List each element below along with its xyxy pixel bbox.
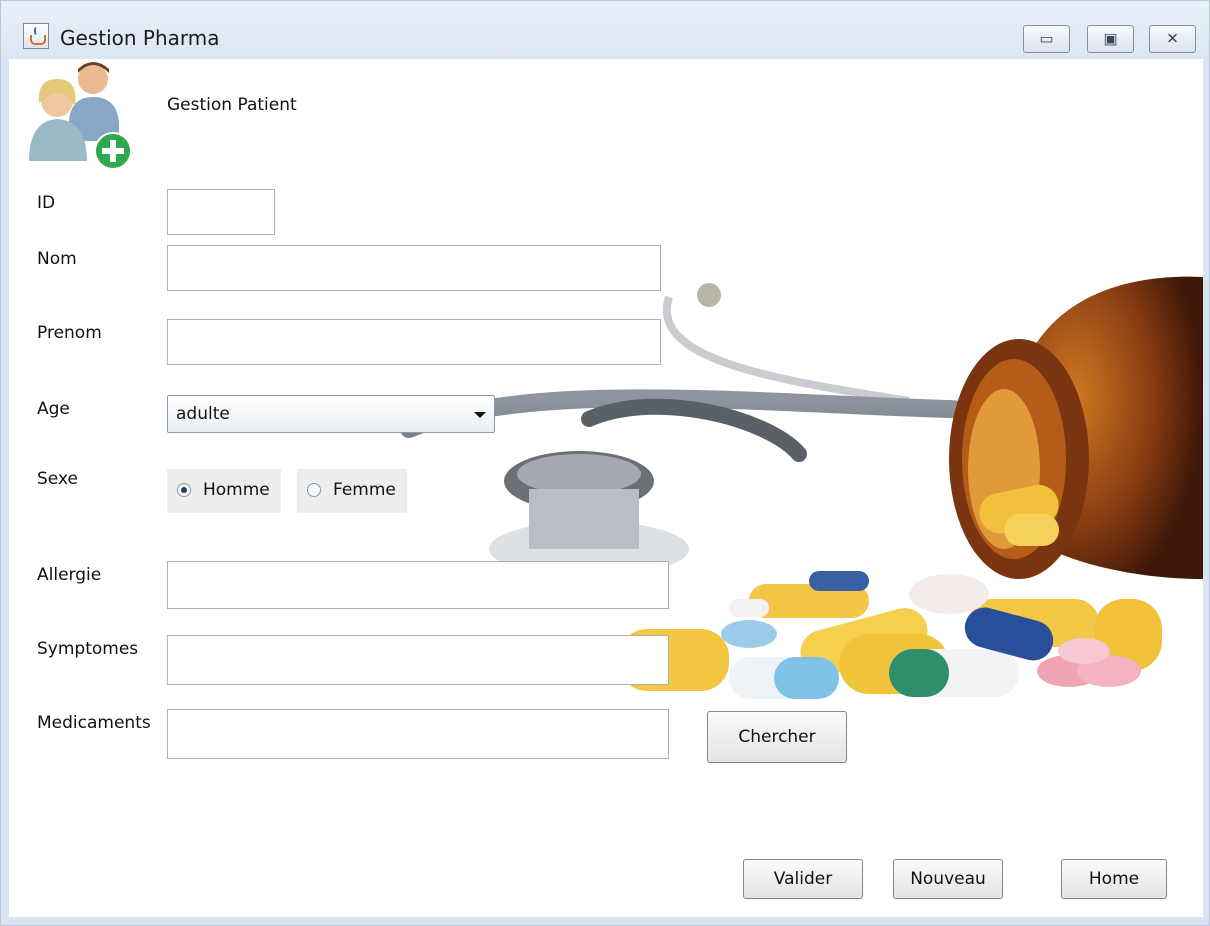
radio-femme-label: Femme	[333, 480, 396, 500]
age-selected-value: adulte	[176, 404, 230, 424]
allergie-field[interactable]	[167, 561, 669, 609]
valider-button[interactable]: Valider	[743, 859, 863, 899]
radio-homme-label: Homme	[203, 480, 270, 500]
prenom-label: Prenom	[37, 323, 102, 343]
medicaments-field[interactable]	[167, 709, 669, 759]
age-select[interactable]: adulte	[167, 395, 495, 433]
id-field[interactable]	[167, 189, 275, 235]
radio-selected-icon	[177, 483, 191, 497]
patients-add-icon	[29, 62, 132, 170]
close-icon: ✕	[1166, 29, 1179, 48]
app-window: Gestion Pharma ▭ ▣ ✕ Gestion Patient ID …	[0, 0, 1210, 926]
chevron-down-icon	[474, 412, 486, 418]
title-bar: Gestion Pharma ▭ ▣ ✕	[1, 1, 1209, 59]
close-button[interactable]: ✕	[1149, 25, 1196, 53]
age-label: Age	[37, 399, 70, 419]
maximize-icon: ▣	[1103, 29, 1118, 48]
medicaments-label: Medicaments	[37, 713, 151, 733]
chercher-button[interactable]: Chercher	[707, 711, 847, 763]
window-title: Gestion Pharma	[60, 26, 220, 50]
id-label: ID	[37, 193, 56, 213]
nouveau-button[interactable]: Nouveau	[893, 859, 1003, 899]
symptomes-label: Symptomes	[37, 639, 139, 659]
sexe-label: Sexe	[37, 469, 78, 489]
symptomes-field[interactable]	[167, 635, 669, 685]
minimize-icon: ▭	[1039, 29, 1054, 48]
home-button[interactable]: Home	[1061, 859, 1167, 899]
minimize-button[interactable]: ▭	[1023, 25, 1070, 53]
radio-unselected-icon	[307, 483, 321, 497]
radio-femme[interactable]: Femme	[297, 469, 407, 513]
page-title: Gestion Patient	[167, 95, 297, 115]
maximize-button[interactable]: ▣	[1087, 25, 1134, 53]
nom-field[interactable]	[167, 245, 661, 291]
java-app-icon	[23, 23, 49, 49]
prenom-field[interactable]	[167, 319, 661, 365]
radio-homme[interactable]: Homme	[167, 469, 281, 513]
allergie-label: Allergie	[37, 565, 102, 585]
form-panel: Gestion Patient ID Nom Prenom Age adulte…	[9, 59, 1203, 917]
nom-label: Nom	[37, 249, 77, 269]
